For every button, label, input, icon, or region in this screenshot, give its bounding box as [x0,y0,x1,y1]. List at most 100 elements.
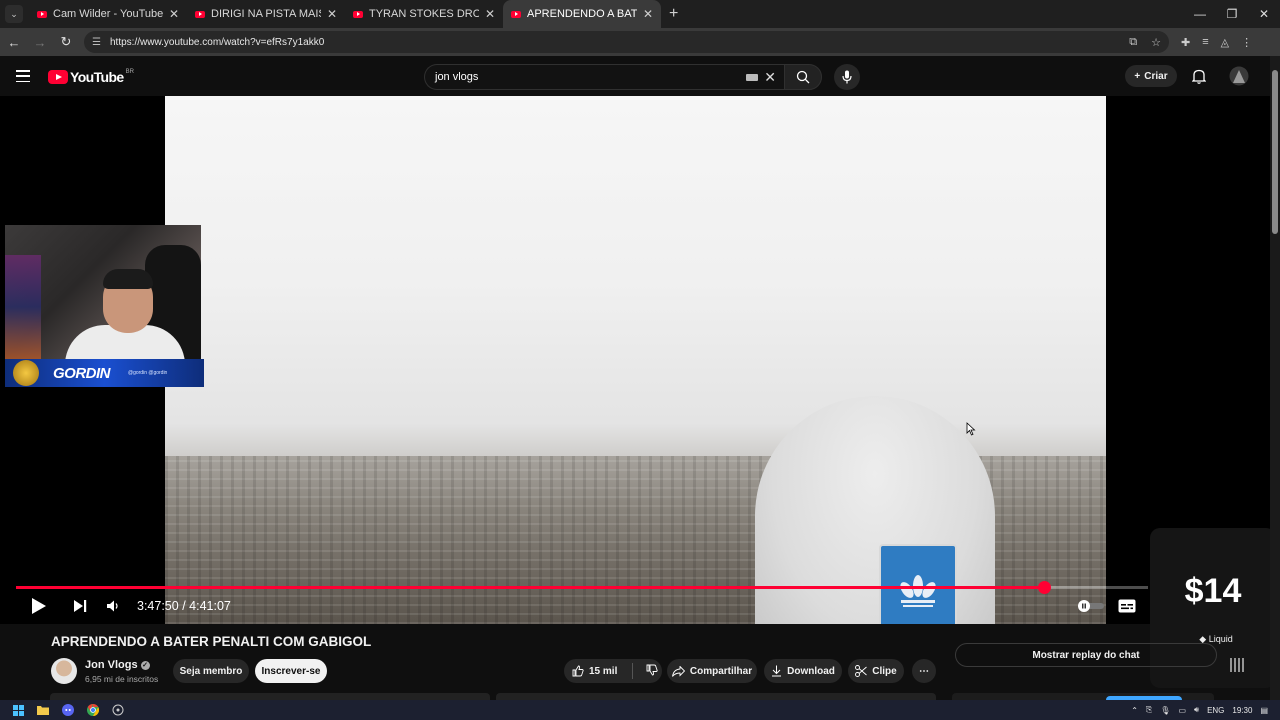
network-icon[interactable]: ▭ [1178,706,1186,715]
search-icon [796,70,810,84]
profile-icon[interactable]: ◬ [1221,36,1229,49]
app-icon[interactable] [111,704,125,716]
keyboard-icon[interactable] [746,73,759,81]
new-tab-icon[interactable]: + [669,5,678,23]
subscribe-button[interactable]: Inscrever-se [255,659,327,683]
progress-bar[interactable] [16,581,1148,594]
usb-icon[interactable]: ⎘ [1146,705,1152,715]
mic-tray-icon[interactable]: 🎙︎ [1160,706,1170,715]
language-indicator[interactable]: ENG [1207,706,1224,715]
media-control-icon[interactable]: ≡ [1202,36,1208,49]
notifications-button[interactable] [1191,68,1207,89]
system-tray: ⌃ ⎘ 🎙︎ ▭ 🔊︎ ENG 19:30 ▤ [1131,700,1280,720]
browser-tab-title: TYRAN STOKES DROPPED 50 P [369,8,479,20]
share-label: Compartilhar [689,665,753,677]
like-count: 15 mil [589,665,618,677]
volume-icon [107,600,118,612]
video-player[interactable]: GORDIN @gordin @gordin 3:47:50 / 4:41:07 [0,96,1270,624]
browser-toolbar: ← → ↻ ☰ https://www.youtube.com/watch?v=… [0,28,1280,56]
notification-center-icon[interactable]: ▤ [1260,706,1268,715]
browser-tab-4-active[interactable]: APRENDENDO A BATER PENALTI ✕ [503,0,661,28]
chat-replay-button[interactable]: Mostrar replay do chat [955,643,1217,667]
join-label: Seja membro [179,665,243,677]
browser-tab-title: Cam Wilder - YouTube [53,8,163,20]
total-time: 4:41:07 [189,599,231,613]
channel-avatar[interactable] [51,658,77,684]
forward-icon[interactable]: → [28,30,52,54]
chat-replay-label: Mostrar replay do chat [1032,649,1140,661]
scrollbar-thumb[interactable] [1272,70,1278,234]
subscriber-count: 6,95 mi de inscritos [85,674,159,684]
like-button[interactable]: 15 mil [572,665,617,677]
close-tab-icon[interactable]: ✕ [169,7,179,21]
file-explorer-icon[interactable] [36,704,50,716]
share-button[interactable]: Compartilhar [667,659,757,683]
clip-label: Clipe [872,665,897,677]
microphone-icon [842,70,852,84]
voice-search-button[interactable] [834,64,860,90]
browser-menu-icon[interactable]: ⋮ [1241,36,1252,49]
bookmark-star-icon[interactable]: ☆ [1151,36,1161,49]
scrubber-handle[interactable] [1038,581,1051,594]
thumbs-down-icon [646,664,658,675]
site-info-icon[interactable]: ☰ [92,36,104,48]
browser-tab-2[interactable]: DIRIGI NA PISTA MAIS PERIGOSA ✕ [187,0,345,28]
restore-icon[interactable]: ❐ [1216,0,1248,28]
minimize-icon[interactable]: — [1184,0,1216,28]
menu-icon[interactable] [16,70,30,82]
create-button[interactable]: + Criar [1125,65,1177,87]
bell-icon [1191,69,1207,84]
current-time: 3:47:50 [137,599,179,613]
join-button[interactable]: Seja membro [173,659,249,683]
youtube-logo[interactable]: YouTube BR [48,69,134,85]
channel-name[interactable]: Jon Vlogs ✓ [85,659,150,671]
volume-tray-icon[interactable]: 🔊︎ [1194,705,1199,715]
time-display: 3:47:50 / 4:41:07 [137,599,231,613]
url-text: https://www.youtube.com/watch?v=efRs7y1a… [110,36,325,48]
tab-search-button[interactable]: ⌄ [5,5,23,23]
search-input[interactable]: jon vlogs ✕ [424,64,784,90]
install-app-icon[interactable]: ⧉ [1129,36,1137,49]
play-button[interactable] [31,594,47,618]
youtube-favicon-icon [195,10,205,18]
subtitles-button[interactable] [1118,594,1136,618]
more-actions-button[interactable]: ⋯ [912,659,936,683]
streamer-nameplate: GORDIN @gordin @gordin [5,359,204,387]
close-tab-icon[interactable]: ✕ [643,7,653,21]
clear-search-icon[interactable]: ✕ [764,69,776,86]
window-controls: — ❐ ✕ [1184,0,1280,28]
close-tab-icon[interactable]: ✕ [485,7,495,21]
os-taskbar: ⌃ ⎘ 🎙︎ ▭ 🔊︎ ENG 19:30 ▤ [0,700,1280,720]
search-button[interactable] [784,64,822,90]
mouse-cursor-icon [966,422,976,441]
back-icon[interactable]: ← [2,30,26,54]
discord-icon[interactable] [61,704,75,716]
page-scrollbar[interactable] [1270,56,1280,700]
autoplay-toggle[interactable] [1075,594,1105,618]
youtube-play-logo-icon [48,70,68,84]
extensions-icon[interactable]: ✚ [1181,36,1190,49]
close-tab-icon[interactable]: ✕ [327,7,337,21]
more-horizontal-icon: ⋯ [919,665,929,677]
volume-button[interactable] [106,594,120,618]
clip-button[interactable]: Clipe [848,659,904,683]
browser-tab-3[interactable]: TYRAN STOKES DROPPED 50 P ✕ [345,0,503,28]
youtube-header: YouTube BR jon vlogs ✕ + Criar [0,56,1280,96]
chrome-icon[interactable] [86,704,100,716]
browser-tab-title: APRENDENDO A BATER PENALTI [527,8,637,20]
windows-start-icon[interactable] [11,704,25,716]
dislike-button[interactable] [646,664,658,679]
browser-tab-title: DIRIGI NA PISTA MAIS PERIGOSA [211,8,321,20]
tray-overflow-icon[interactable]: ⌃ [1131,706,1138,715]
reload-icon[interactable]: ↻ [54,30,78,54]
clock[interactable]: 19:30 [1232,706,1252,715]
skip-next-icon [74,600,87,612]
medal-icon [13,360,39,386]
next-video-button[interactable] [73,594,87,618]
user-avatar-icon [1229,66,1249,86]
close-window-icon[interactable]: ✕ [1248,0,1280,28]
address-bar[interactable]: ☰ https://www.youtube.com/watch?v=efRs7y… [84,31,1169,53]
account-avatar[interactable] [1229,66,1249,91]
browser-tab-1[interactable]: Cam Wilder - YouTube ✕ [29,0,187,28]
download-button[interactable]: Download [764,659,842,683]
